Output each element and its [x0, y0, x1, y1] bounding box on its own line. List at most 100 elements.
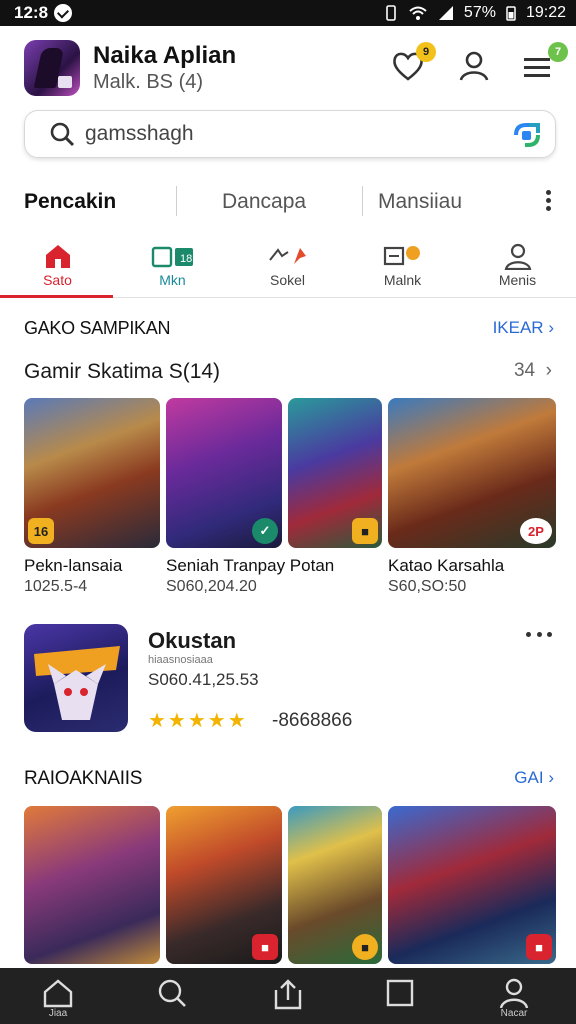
bottom-nav: Jiaa Nacar — [0, 968, 576, 1024]
game-card[interactable] — [24, 806, 160, 964]
home-icon — [45, 245, 70, 268]
section-title: GAKO SAMPIKAN — [24, 318, 171, 338]
subheading-row[interactable]: Gamir Skatima S(14) 34 › — [24, 360, 556, 384]
section-link-label: IKEAR — [492, 318, 544, 337]
account-button[interactable] — [456, 48, 496, 88]
bottom-nav-label: Nacar — [500, 1008, 528, 1019]
platform-badge: ■ — [352, 518, 378, 544]
category-item-1[interactable]: Pencakin — [24, 190, 116, 214]
chevron-right-icon: › — [548, 768, 554, 787]
platform-badge: ■ — [252, 934, 278, 960]
platform-badge: ■ — [526, 934, 552, 960]
vibrate-icon — [386, 5, 396, 21]
game-price: S60,SO:50 — [388, 578, 467, 595]
bottom-nav-home[interactable]: Jiaa — [28, 978, 88, 1024]
app-title: Naika Aplian — [93, 42, 237, 69]
lens-icon[interactable] — [513, 122, 541, 148]
subheading: Gamir Skatima S(14) — [24, 360, 221, 383]
game-title[interactable]: Seniah Tranpay Potan — [166, 556, 334, 576]
tab-games[interactable]: 18 Mkn — [115, 240, 230, 298]
featured-game-title[interactable]: Okustan — [148, 628, 236, 654]
account-icon — [459, 51, 489, 81]
game-title[interactable]: Pekn-lansaia — [24, 556, 122, 576]
bottom-nav-search[interactable] — [142, 978, 202, 1024]
game-card[interactable]: 16 — [24, 398, 160, 548]
game-cover-image — [24, 806, 160, 964]
wishlist-button[interactable]: 9 — [390, 42, 436, 88]
social-icon — [268, 248, 306, 264]
game-card[interactable]: ■ — [288, 398, 382, 548]
game-price: S060,204.20 — [166, 578, 257, 595]
category-divider — [362, 186, 363, 216]
tab-news[interactable]: Malnk — [345, 240, 460, 298]
news-icon — [383, 246, 420, 266]
bottom-nav-profile[interactable]: Nacar — [484, 978, 544, 1024]
svg-text:18: 18 — [180, 253, 192, 265]
category-item-3[interactable]: Mansiiau — [378, 190, 462, 214]
category-row: Pencakin Dancapa Mansiiau — [0, 178, 576, 224]
profile-icon — [504, 243, 531, 270]
game-card[interactable]: ■ — [288, 806, 382, 964]
square-icon — [386, 979, 414, 1007]
featured-game-icon[interactable] — [24, 624, 128, 732]
app-logo[interactable] — [24, 40, 80, 96]
wishlist-badge: 9 — [416, 42, 436, 62]
featured-game-developer: hiaasnosiaaa — [148, 654, 213, 666]
section-link[interactable]: IKEAR › — [493, 318, 554, 338]
game-card[interactable]: 2P — [388, 398, 556, 548]
featured-game-price: S060.41,25.53 — [148, 670, 259, 689]
tab-label: Sato — [43, 272, 72, 288]
app-subtitle: Malk. BS (4) — [93, 71, 204, 93]
platform-badge: ■ — [352, 934, 378, 960]
share-icon — [274, 979, 302, 1010]
age-rating-badge: 16 — [28, 518, 54, 544]
tab-label: Sokel — [269, 272, 306, 288]
tab-social[interactable]: Sokel — [230, 240, 345, 298]
more-options-icon[interactable] — [526, 632, 552, 640]
fox-mascot-icon — [34, 646, 120, 720]
search-icon — [158, 979, 186, 1007]
category-item-2[interactable]: Dancapa — [222, 190, 306, 214]
tab-home[interactable]: Sato — [0, 240, 115, 298]
search-input[interactable]: gamsshagh — [85, 122, 194, 146]
category-divider — [176, 186, 177, 216]
game-title[interactable]: Katao Karsahla — [388, 556, 504, 576]
bottom-nav-library[interactable] — [370, 978, 430, 1024]
game-card[interactable]: ■ — [166, 806, 282, 964]
section-link[interactable]: GAI › — [514, 768, 554, 788]
count-value: 34 — [513, 360, 536, 381]
battery-level: 57% — [463, 4, 496, 21]
search-bar[interactable]: gamsshagh — [24, 110, 556, 158]
signal-icon — [438, 6, 453, 20]
notification-icon — [54, 4, 73, 22]
tab-profile[interactable]: Menis — [460, 240, 575, 298]
bottom-nav-label: Jiaa — [48, 1008, 68, 1019]
rating-stars: ★★★★★ — [148, 710, 248, 732]
section-title: RAIOAKNAIIS — [24, 768, 143, 789]
chevron-right-icon: › — [548, 318, 554, 337]
menu-badge: 7 — [548, 42, 568, 62]
status-time: 12:8 — [14, 3, 49, 22]
game-card[interactable]: ✓ — [166, 398, 282, 548]
wifi-icon — [409, 6, 427, 20]
profile-icon — [499, 978, 529, 1008]
active-tab-indicator — [0, 295, 113, 298]
status-clock: 19:22 — [525, 4, 566, 21]
subheading-count: 34 › — [514, 360, 552, 382]
games-icon: 18 — [151, 246, 193, 268]
nav-tabs: Sato 18 Mkn Sokel Malnk Menis — [0, 240, 576, 298]
section-link-label: GAI — [514, 768, 544, 787]
game-card[interactable]: ■ — [388, 806, 556, 964]
rating-count: -8668866 — [272, 710, 353, 731]
chevron-right-icon: › — [545, 360, 552, 381]
menu-button[interactable]: 7 — [522, 42, 568, 88]
more-options-icon[interactable] — [544, 190, 552, 214]
game-price: 1025.5-4 — [24, 578, 88, 595]
tab-label: Menis — [498, 272, 537, 288]
search-icon — [50, 122, 75, 147]
status-bar: 12:8 57% 19:22 — [0, 0, 576, 26]
bottom-nav-share[interactable] — [258, 978, 318, 1024]
app-header: Naika Aplian Malk. BS (4) 9 7 — [0, 26, 576, 108]
age-rating-badge: 2P — [520, 518, 552, 544]
platform-badge: ✓ — [252, 518, 278, 544]
